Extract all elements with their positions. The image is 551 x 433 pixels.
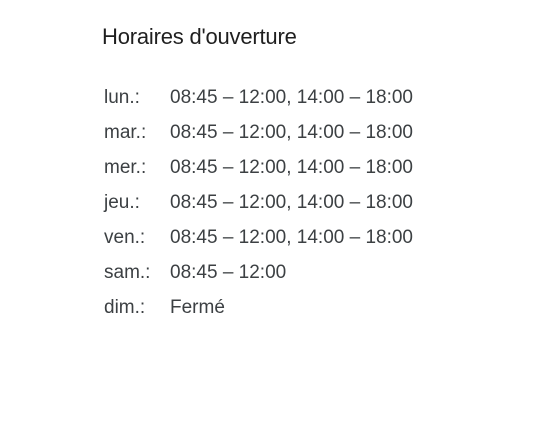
hours-value: 08:45 – 12:00, 14:00 – 18:00 (170, 191, 413, 213)
hours-row-wednesday: mer.: 08:45 – 12:00, 14:00 – 18:00 (104, 150, 413, 185)
hours-value: 08:45 – 12:00 (170, 261, 287, 283)
day-label: sam.: (104, 261, 151, 283)
hours-row-monday: lun.: 08:45 – 12:00, 14:00 – 18:00 (104, 80, 413, 115)
day-label: dim.: (104, 296, 146, 318)
hours-value: 08:45 – 12:00, 14:00 – 18:00 (170, 156, 413, 178)
day-label: lun.: (104, 86, 140, 108)
opening-hours-panel: Horaires d'ouverture lun.: 08:45 – 12:00… (102, 22, 522, 325)
hours-row-thursday: jeu.: 08:45 – 12:00, 14:00 – 18:00 (104, 185, 413, 220)
hours-value: Fermé (170, 296, 225, 318)
day-label: jeu.: (104, 191, 140, 213)
hours-value: 08:45 – 12:00, 14:00 – 18:00 (170, 86, 413, 108)
opening-hours-title: Horaires d'ouverture (102, 24, 297, 49)
hours-value: 08:45 – 12:00, 14:00 – 18:00 (170, 121, 413, 143)
opening-hours-table: lun.: 08:45 – 12:00, 14:00 – 18:00 mar.:… (104, 80, 413, 325)
day-label: mer.: (104, 156, 147, 178)
hours-row-sunday: dim.: Fermé (104, 290, 413, 325)
day-label: mar.: (104, 121, 147, 143)
hours-row-friday: ven.: 08:45 – 12:00, 14:00 – 18:00 (104, 220, 413, 255)
hours-row-saturday: sam.: 08:45 – 12:00 (104, 255, 413, 290)
hours-row-tuesday: mar.: 08:45 – 12:00, 14:00 – 18:00 (104, 115, 413, 150)
hours-value: 08:45 – 12:00, 14:00 – 18:00 (170, 226, 413, 248)
day-label: ven.: (104, 226, 146, 248)
